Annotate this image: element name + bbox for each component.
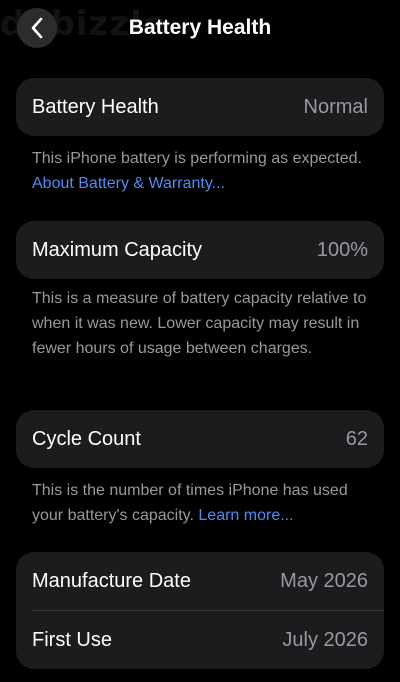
maximum-capacity-note: This is a measure of battery capacity re… <box>32 290 367 357</box>
first-use-label: First Use <box>32 628 112 651</box>
page-title: Battery Health <box>128 16 272 39</box>
first-use-row: First Use July 2026 <box>16 611 384 669</box>
maximum-capacity-card: Maximum Capacity 100% <box>16 221 384 279</box>
navigation-bar: dubizzle Battery Health <box>0 0 400 60</box>
battery-health-row: Battery Health Normal <box>16 78 384 136</box>
cycle-count-label: Cycle Count <box>32 427 141 450</box>
manufacture-date-row: Manufacture Date May 2026 <box>16 552 384 610</box>
about-battery-warranty-link[interactable]: About Battery & Warranty... <box>32 175 225 192</box>
cycle-count-value: 62 <box>345 427 368 450</box>
battery-health-note-text: This iPhone battery is performing as exp… <box>32 150 362 167</box>
manufacture-date-value: May 2026 <box>280 569 368 592</box>
maximum-capacity-label: Maximum Capacity <box>32 238 203 261</box>
battery-health-value: Normal <box>303 95 368 118</box>
dates-card: Manufacture Date May 2026 First Use July… <box>16 552 384 669</box>
learn-more-link[interactable]: Learn more... <box>198 507 293 524</box>
battery-health-note: This iPhone battery is performing as exp… <box>32 146 377 196</box>
maximum-capacity-value: 100% <box>316 238 368 261</box>
manufacture-date-label: Manufacture Date <box>32 569 191 592</box>
battery-health-label: Battery Health <box>32 95 159 118</box>
cycle-count-row: Cycle Count 62 <box>16 410 384 468</box>
cycle-count-note-text: This is the number of times iPhone has u… <box>32 482 348 524</box>
cycle-count-card: Cycle Count 62 <box>16 410 384 468</box>
cycle-count-note: This is the number of times iPhone has u… <box>32 478 377 528</box>
maximum-capacity-row: Maximum Capacity 100% <box>16 221 384 279</box>
battery-health-card: Battery Health Normal <box>16 78 384 136</box>
first-use-value: July 2026 <box>282 628 368 651</box>
